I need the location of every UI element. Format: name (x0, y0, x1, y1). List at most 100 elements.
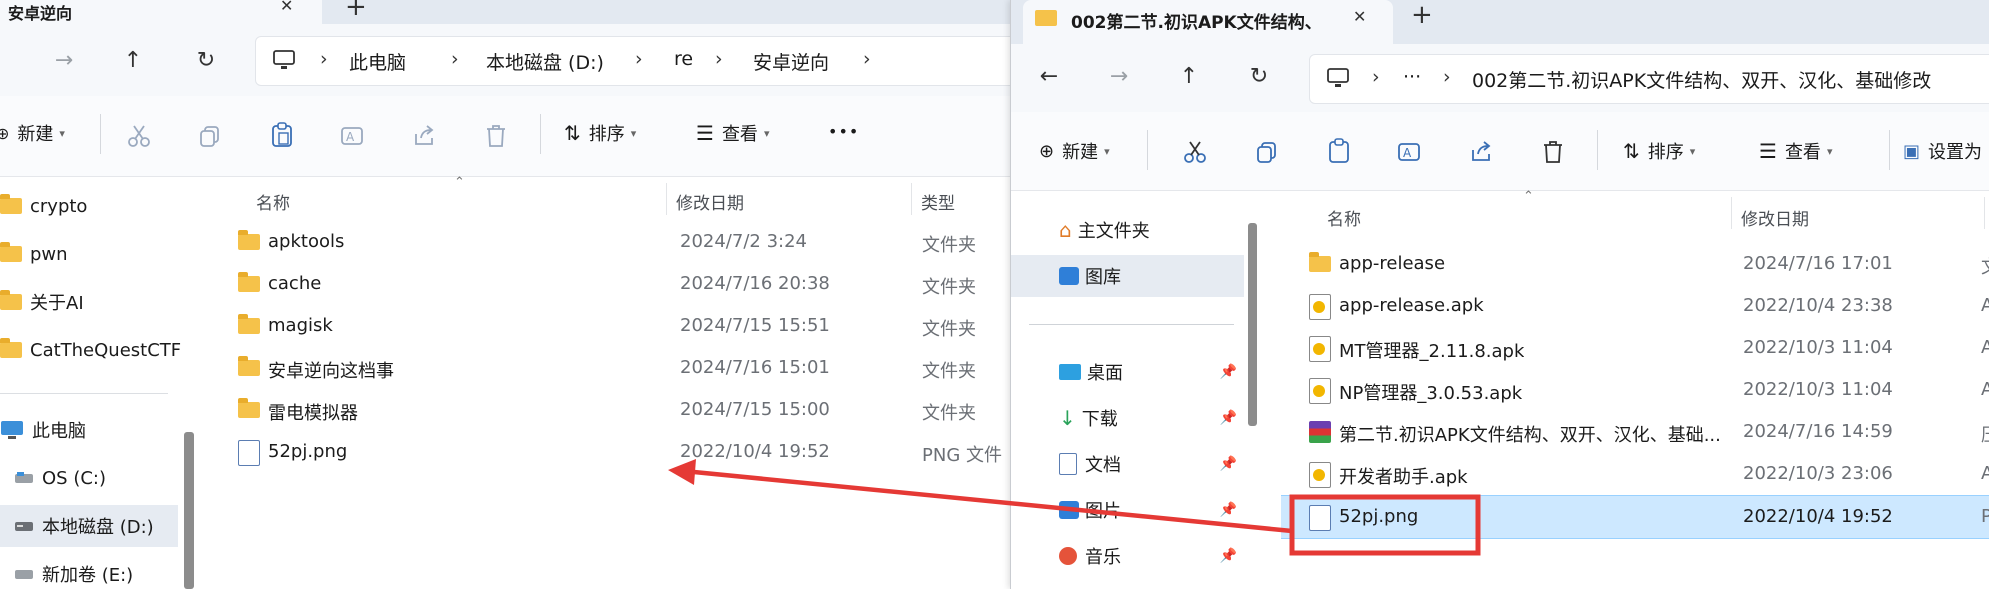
table-row[interactable]: app-release 2024/7/16 17:01 文 (1281, 243, 1989, 285)
column-name-header[interactable]: 名称 (256, 189, 290, 214)
right-sidebar-item[interactable]: ⌂ 主文件夹 (1011, 209, 1251, 251)
left-sidebar-item-selected[interactable]: 本地磁盘 (D:) (0, 505, 178, 547)
file-name: 52pj.png (268, 441, 348, 462)
pin-icon[interactable]: 📌 (1220, 364, 1237, 380)
file-modified: 2022/10/4 19:52 (1743, 506, 1893, 527)
column-type-header[interactable]: 类型 (921, 189, 955, 214)
right-forward-icon[interactable]: → (1099, 56, 1139, 96)
right-set-as-button[interactable]: ▣ 设置为 (1903, 138, 1982, 164)
address-more-button[interactable]: ··· (1403, 66, 1421, 88)
left-sidebar-item[interactable]: 新加卷 (E:) (0, 553, 192, 589)
left-view-button[interactable]: ☰ 查看 ▾ (696, 120, 769, 146)
left-sidebar-item[interactable]: pwn (0, 233, 192, 275)
right-sidebar-label: 桌面 (1087, 363, 1123, 384)
left-new-label: 新建 (17, 124, 54, 145)
right-sidebar-item[interactable]: 文档 📌 (1011, 443, 1251, 485)
left-refresh-icon[interactable]: ↻ (186, 40, 226, 80)
right-sidebar-scrollbar[interactable] (1248, 223, 1257, 426)
left-forward-icon[interactable]: → (44, 40, 84, 80)
left-sidebar-item[interactable]: OS (C:) (0, 457, 192, 499)
left-tab-close-icon[interactable]: ✕ (280, 0, 293, 15)
document-icon (1059, 453, 1077, 475)
file-type: 文件夹 (922, 319, 976, 340)
table-row[interactable]: app-release.apk 2022/10/4 23:38 A (1281, 285, 1989, 327)
cut-icon[interactable] (1183, 140, 1207, 164)
delete-icon[interactable] (484, 124, 508, 148)
breadcrumb-item[interactable]: 此电脑 (349, 48, 406, 75)
right-new-button[interactable]: ⊕ 新建 ▾ (1039, 138, 1110, 164)
breadcrumb-item[interactable]: 002第二节.初识APK文件结构、双开、汉化、基础修改 (1472, 66, 1931, 93)
left-sidebar-item[interactable]: 此电脑 (0, 409, 192, 451)
paste-icon[interactable] (270, 122, 294, 148)
left-new-tab-button[interactable]: + (345, 0, 367, 22)
table-row[interactable]: 雷电模拟器 2024/7/15 15:00 文件夹 (206, 389, 1010, 431)
right-tab-close-icon[interactable]: ✕ (1353, 7, 1366, 26)
right-new-label: 新建 (1062, 142, 1099, 163)
left-tab-strip: 安卓逆向 ✕ + (0, 0, 1010, 24)
left-new-button[interactable]: ⊕ 新建 ▾ (0, 120, 65, 146)
breadcrumb-item[interactable]: 安卓逆向 (753, 48, 829, 75)
right-sort-button[interactable]: ⇅ 排序 ▾ (1623, 138, 1695, 164)
left-up-icon[interactable]: ↑ (113, 40, 153, 80)
left-sidebar-scrollbar[interactable] (184, 432, 194, 589)
left-active-tab[interactable]: 安卓逆向 ✕ (0, 0, 322, 24)
left-sidebar-label: OS (C:) (42, 467, 106, 489)
pin-icon[interactable]: 📌 (1220, 548, 1237, 564)
copy-icon[interactable] (1255, 140, 1279, 164)
table-row[interactable]: 安卓逆向这档事 2024/7/16 15:01 文件夹 (206, 347, 1010, 389)
breadcrumb-item[interactable]: 本地磁盘 (D:) (486, 48, 604, 75)
pin-icon[interactable]: 📌 (1220, 410, 1237, 426)
table-row[interactable]: 开发者助手.apk 2022/10/3 23:06 A (1281, 453, 1989, 495)
right-address-bar[interactable]: › ··· › 002第二节.初识APK文件结构、双开、汉化、基础修改 (1309, 54, 1989, 104)
chevron-right-icon: › (1372, 66, 1380, 88)
rename-icon[interactable]: A (340, 124, 366, 148)
share-icon[interactable] (1469, 140, 1493, 164)
right-sidebar-item[interactable]: 桌面 📌 (1011, 351, 1251, 393)
folder-icon (1035, 10, 1057, 26)
left-view-label: 查看 (721, 124, 758, 145)
pin-icon[interactable]: 📌 (1220, 502, 1237, 518)
table-row[interactable]: 第二节.初识APK文件结构、双开、汉化、基础... 2024/7/16 14:5… (1281, 411, 1989, 453)
left-sidebar-item[interactable]: crypto (0, 185, 192, 227)
left-sidebar-item[interactable]: 关于AI (0, 281, 192, 323)
left-sort-button[interactable]: ⇅ 排序 ▾ (564, 120, 636, 146)
breadcrumb-item[interactable]: re (674, 48, 693, 70)
column-name-header[interactable]: 名称 (1327, 205, 1361, 230)
column-modified-header[interactable]: 修改日期 (676, 189, 744, 214)
right-new-tab-button[interactable]: + (1411, 0, 1433, 30)
paste-icon[interactable] (1327, 138, 1351, 164)
column-modified-header[interactable]: 修改日期 (1741, 205, 1809, 230)
file-name: 安卓逆向这档事 (268, 361, 394, 382)
table-row[interactable]: NP管理器_3.0.53.apk 2022/10/3 11:04 A (1281, 369, 1989, 411)
right-refresh-icon[interactable]: ↻ (1239, 56, 1279, 96)
pictures-icon (1059, 501, 1079, 519)
right-sidebar-item[interactable]: ↓ 下载 📌 (1011, 397, 1251, 439)
right-file-list: 名称 ⌃ 修改日期 app-release 2024/7/16 17:01 文 … (1281, 189, 1989, 589)
share-icon[interactable] (412, 124, 436, 148)
divider (1597, 130, 1598, 170)
right-active-tab[interactable]: 002第二节.初识APK文件结构、 ✕ (1023, 0, 1393, 44)
table-row-selected[interactable]: 52pj.png 2022/10/4 19:52 P (1281, 495, 1989, 539)
right-sidebar-item[interactable]: 图片 📌 (1011, 489, 1251, 531)
table-row[interactable]: MT管理器_2.11.8.apk 2022/10/3 11:04 A (1281, 327, 1989, 369)
file-name: app-release.apk (1339, 295, 1484, 316)
right-sidebar-item[interactable]: 音乐 📌 (1011, 535, 1251, 577)
table-row[interactable]: magisk 2024/7/15 15:51 文件夹 (206, 305, 1010, 347)
right-sidebar-item-selected[interactable]: 图库 (1011, 255, 1244, 297)
apk-file-icon (1309, 378, 1331, 404)
right-back-icon[interactable]: ← (1029, 56, 1069, 96)
left-address-bar[interactable]: › 此电脑 › 本地磁盘 (D:) › re › 安卓逆向 › (255, 36, 1010, 86)
table-row[interactable]: cache 2024/7/16 20:38 文件夹 (206, 263, 1010, 305)
right-view-button[interactable]: ☰ 查看 ▾ (1759, 138, 1832, 164)
pin-icon[interactable]: 📌 (1220, 456, 1237, 472)
cut-icon[interactable] (127, 124, 151, 148)
left-more-options-icon[interactable]: ••• (828, 122, 859, 141)
delete-icon[interactable] (1541, 140, 1565, 164)
left-column-header: 名称 ⌃ 修改日期 类型 (206, 175, 1010, 221)
copy-icon[interactable] (198, 124, 222, 148)
rename-icon[interactable]: A (1397, 140, 1423, 164)
table-row[interactable]: apktools 2024/7/2 3:24 文件夹 (206, 221, 1010, 263)
right-up-icon[interactable]: ↑ (1169, 56, 1209, 96)
table-row[interactable]: 52pj.png 2022/10/4 19:52 PNG 文件 (206, 431, 1010, 473)
left-sidebar-item[interactable]: CatTheQuestCTF (0, 329, 192, 371)
